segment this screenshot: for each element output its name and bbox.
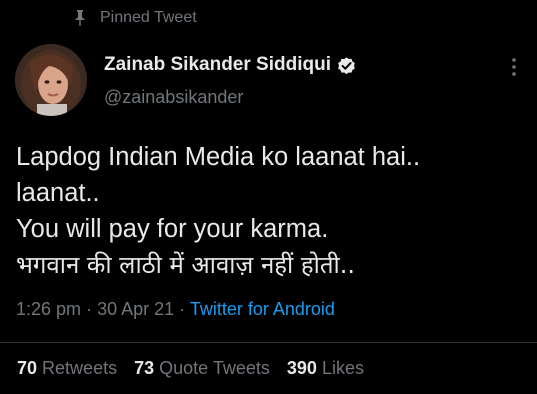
- tweet-line: You will pay for your karma.: [16, 215, 329, 243]
- tweet-time[interactable]: 1:26 pm: [16, 299, 81, 319]
- tweet-line: भगवान की लाठी में आवाज़ नहीं होती..: [16, 251, 355, 279]
- retweets-stat[interactable]: 70 Retweets: [17, 358, 117, 378]
- pinned-tweet-indicator: Pinned Tweet: [74, 8, 197, 28]
- author-name-row: Zainab Sikander Siddiqui: [104, 53, 357, 77]
- tweet-line: laanat..: [16, 179, 100, 207]
- tweet-text: Lapdog Indian Media ko laanat hai.. laan…: [16, 139, 526, 283]
- pin-icon: [75, 10, 85, 26]
- quote-tweets-label: Quote Tweets: [159, 358, 270, 378]
- tweet-meta: 1:26 pm · 30 Apr 21 · Twitter for Androi…: [16, 299, 335, 320]
- meta-separator: ·: [179, 299, 186, 319]
- likes-stat[interactable]: 390 Likes: [287, 358, 364, 378]
- retweets-label: Retweets: [42, 358, 118, 378]
- verified-badge-icon: [338, 56, 355, 74]
- author-info: Zainab Sikander Siddiqui @zainabsikander: [104, 53, 357, 108]
- tweet-line: Lapdog Indian Media ko laanat hai..: [16, 143, 421, 171]
- avatar[interactable]: [15, 44, 87, 116]
- divider: [0, 342, 537, 343]
- author-handle[interactable]: @zainabsikander: [104, 87, 357, 108]
- likes-label: Likes: [321, 358, 364, 378]
- meta-separator: ·: [86, 299, 93, 319]
- tweet-date[interactable]: 30 Apr 21: [97, 299, 174, 319]
- author-display-name[interactable]: Zainab Sikander Siddiqui: [104, 54, 331, 76]
- retweets-count: 70: [17, 358, 38, 378]
- tweet-source-link[interactable]: Twitter for Android: [190, 299, 335, 319]
- quote-tweets-count: 73: [134, 358, 155, 378]
- pinned-label: Pinned Tweet: [100, 9, 197, 26]
- tweet-stats: 70 Retweets 73 Quote Tweets 390 Likes: [17, 358, 376, 379]
- avatar-image: [15, 44, 87, 116]
- more-options-icon[interactable]: [505, 55, 523, 79]
- likes-count: 390: [286, 358, 317, 378]
- quote-tweets-stat[interactable]: 73 Quote Tweets: [134, 358, 270, 378]
